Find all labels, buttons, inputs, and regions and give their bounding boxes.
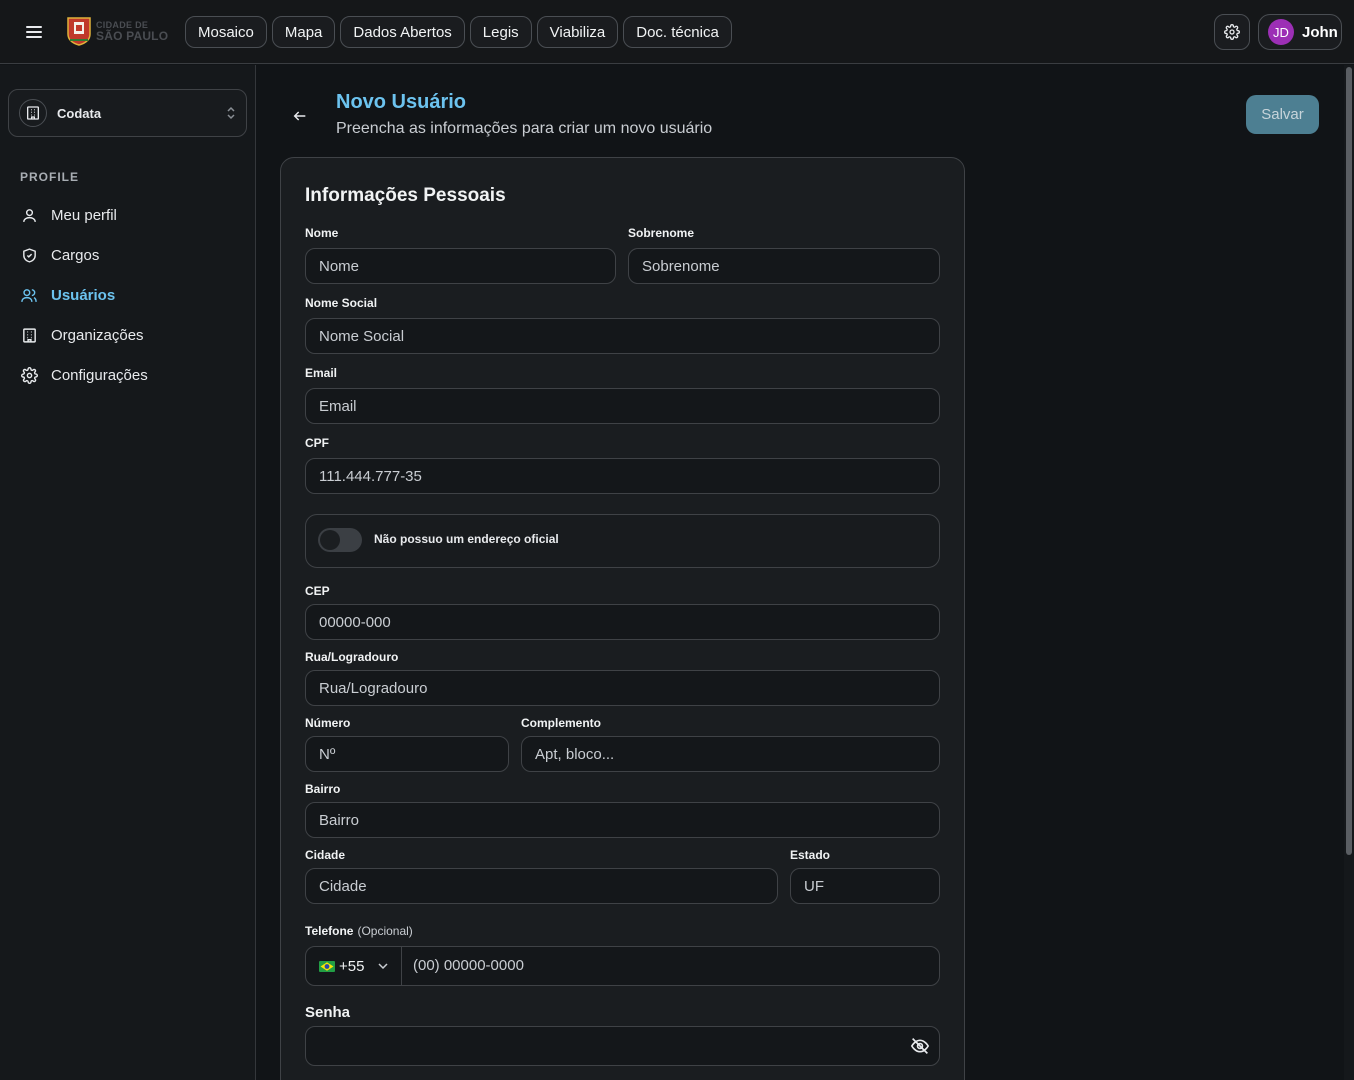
country-code-select[interactable]: +55 — [306, 947, 402, 985]
cep-input[interactable]: 00000-000 — [305, 604, 940, 640]
telefone-label-text: Telefone — [305, 924, 354, 938]
sidebar-item-usuarios[interactable]: Usuários — [20, 280, 240, 310]
top-bar: CIDADE DE SÃO PAULO Mosaico Mapa Dados A… — [0, 0, 1354, 64]
menu-icon[interactable] — [20, 18, 48, 46]
users-icon — [20, 286, 38, 304]
numero-label: Número — [305, 716, 351, 730]
gear-icon — [1224, 24, 1240, 40]
nav-mapa[interactable]: Mapa — [271, 16, 336, 48]
complemento-input[interactable]: Apt, bloco... — [521, 736, 940, 772]
nav-viabiliza[interactable]: Viabiliza — [536, 16, 619, 48]
brazil-flag-icon — [319, 960, 335, 972]
chevrons-up-down-icon — [227, 106, 235, 120]
cidade-label: Cidade — [305, 848, 346, 862]
save-button[interactable]: Salvar — [1246, 95, 1319, 134]
page-title: Novo Usuário — [336, 91, 467, 113]
estado-input[interactable]: UF — [790, 868, 940, 904]
sidebar-item-cargos[interactable]: Cargos — [20, 240, 240, 270]
email-field[interactable]: Email — [305, 388, 940, 424]
nav-legis[interactable]: Legis — [469, 16, 532, 48]
cidade-input[interactable]: Cidade — [305, 868, 778, 904]
optional-tag: (Opcional) — [357, 924, 413, 938]
nome-social-label: Nome Social — [305, 296, 378, 310]
scrollbar[interactable] — [1344, 65, 1354, 1080]
email-label: Email — [305, 366, 338, 380]
cep-label: CEP — [305, 584, 330, 598]
shield-icon — [20, 246, 38, 264]
sidebar-item-label: Configurações — [51, 366, 148, 384]
building-icon — [20, 326, 38, 344]
phone-field: +55 (00) 00000-0000 — [305, 946, 940, 986]
section-label-profile: PROFILE — [20, 170, 80, 184]
organization-name: Codata — [57, 105, 102, 121]
phone-input[interactable]: (00) 00000-0000 — [413, 957, 524, 974]
sidebar-item-label: Usuários — [51, 286, 116, 304]
cpf-label: CPF — [305, 436, 329, 450]
avatar: JD — [1268, 19, 1294, 45]
complemento-label: Complemento — [521, 716, 602, 730]
no-address-label: Não possuo um endereço oficial — [374, 532, 559, 546]
estado-label: Estado — [790, 848, 831, 862]
building-icon — [19, 99, 47, 127]
country-code: +55 — [339, 957, 365, 975]
nav-doc-tecnica[interactable]: Doc. técnica — [623, 16, 732, 48]
numero-input[interactable]: Nº — [305, 736, 509, 772]
chevron-down-icon — [378, 963, 388, 969]
arrow-left-icon — [293, 111, 306, 121]
nome-social-input[interactable]: Nome Social — [305, 318, 940, 354]
logo-line-2: SÃO PAULO — [96, 28, 169, 43]
organization-select[interactable]: Codata — [8, 89, 247, 137]
scrollbar-thumb[interactable] — [1346, 67, 1352, 855]
user-name: John — [1302, 23, 1338, 41]
password-input[interactable] — [305, 1026, 940, 1066]
rua-input[interactable]: Rua/Logradouro — [305, 670, 940, 706]
senha-label: Senha — [305, 1004, 351, 1021]
back-button[interactable] — [288, 104, 312, 128]
sidebar-item-configuracoes[interactable]: Configurações — [20, 360, 240, 390]
sidebar-item-label: Cargos — [51, 246, 100, 264]
eye-off-icon[interactable] — [909, 1036, 931, 1056]
sobrenome-label: Sobrenome — [628, 226, 695, 240]
rua-label: Rua/Logradouro — [305, 650, 399, 664]
cpf-input[interactable]: 111.444.777-35 — [305, 458, 940, 494]
toggle-knob — [320, 530, 340, 550]
app-nav: Mosaico Mapa Dados Abertos Legis Viabili… — [185, 16, 732, 48]
no-address-toggle[interactable] — [318, 528, 362, 552]
sobrenome-input[interactable]: Sobrenome — [628, 248, 940, 284]
nav-dados-abertos[interactable]: Dados Abertos — [340, 16, 465, 48]
sidebar-item-organizacoes[interactable]: Organizações — [20, 320, 240, 350]
sidebar-item-label: Meu perfil — [51, 206, 117, 224]
sidebar-item-meu-perfil[interactable]: Meu perfil — [20, 200, 240, 230]
nav-mosaico[interactable]: Mosaico — [185, 16, 267, 48]
settings-button[interactable] — [1214, 14, 1250, 50]
bairro-label: Bairro — [305, 782, 341, 796]
user-icon — [20, 206, 38, 224]
user-menu-button[interactable]: JD John — [1258, 14, 1342, 50]
bairro-input[interactable]: Bairro — [305, 802, 940, 838]
sidebar-item-label: Organizações — [51, 326, 144, 344]
gear-icon — [20, 366, 38, 384]
page-subtitle: Preencha as informações para criar um no… — [336, 120, 713, 137]
telefone-label: Telefone (Opcional) — [305, 924, 413, 938]
city-logo[interactable]: CIDADE DE SÃO PAULO — [66, 15, 172, 47]
nome-label: Nome — [305, 226, 339, 240]
nome-input[interactable]: Nome — [305, 248, 616, 284]
city-crest-icon — [67, 17, 91, 46]
section-title: Informações Pessoais — [305, 185, 506, 206]
sidebar: Codata PROFILE Meu perfil Cargos Usuário… — [0, 65, 256, 1080]
